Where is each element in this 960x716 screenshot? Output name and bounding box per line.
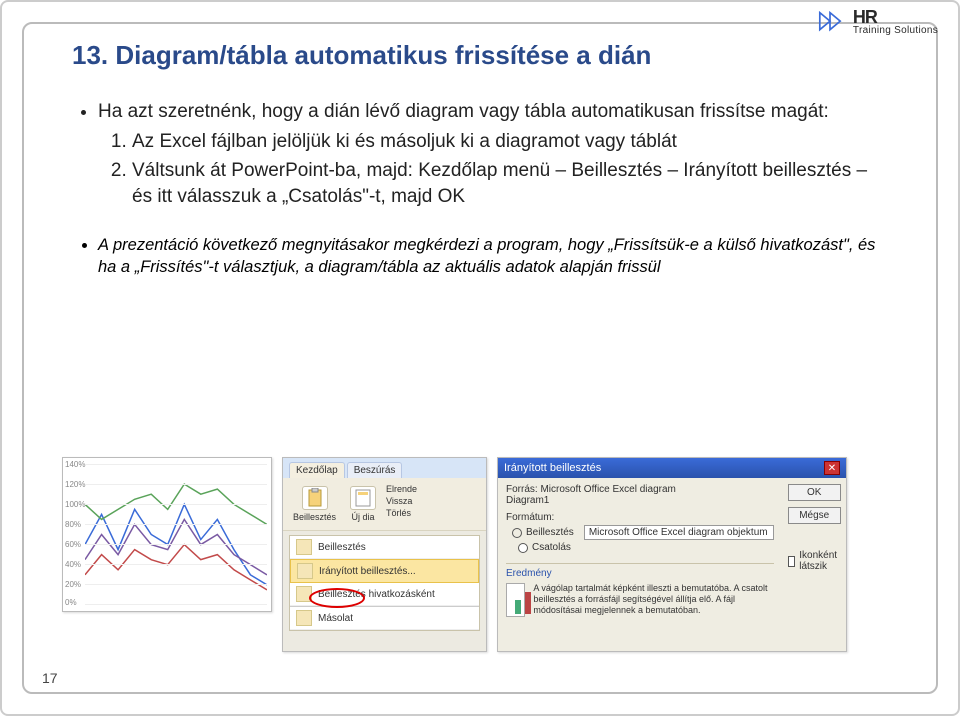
ribbon-screenshot: Kezdőlap Beszúrás Beillesztés Új dia [282, 457, 487, 652]
new-slide-button[interactable]: Új dia [346, 484, 380, 524]
menu-item-copy[interactable]: Másolat [290, 606, 479, 630]
cancel-button[interactable]: Mégse [788, 507, 841, 524]
result-heading: Eredmény [506, 563, 774, 579]
icon-checkbox[interactable]: Ikonként látszik [788, 550, 841, 572]
format-label: Formátum: [506, 512, 554, 523]
ribbon-side-2[interactable]: Vissza [386, 496, 417, 506]
y-tick: 80% [65, 520, 81, 529]
y-tick: 120% [65, 480, 85, 489]
dialog-title: Irányított beillesztés [504, 462, 601, 474]
menu-item-label: Másolat [318, 613, 353, 624]
slide-title: 13. Diagram/tábla automatikus frissítése… [72, 40, 888, 71]
screenshot-row: 140% 120% 100% 80% 60% 40% 20% 0% Kezdől… [62, 457, 898, 652]
radio-link-label: Csatolás [532, 542, 571, 553]
result-thumb-icon [506, 583, 525, 617]
menu-item-label: Beillesztés [318, 542, 366, 553]
intro-bullet: Ha azt szeretnénk, hogy a dián lévő diag… [98, 99, 888, 210]
radio-paste-label: Beillesztés [526, 527, 574, 538]
page-number: 17 [42, 670, 58, 686]
tab-home[interactable]: Kezdőlap [289, 462, 345, 478]
menu-item-paste-special[interactable]: Irányított beillesztés... [290, 559, 479, 583]
ribbon-side-3[interactable]: Törlés [386, 508, 417, 518]
ribbon-side-1[interactable]: Elrende [386, 484, 417, 494]
intro-text: Ha azt szeretnénk, hogy a dián lévő diag… [98, 101, 829, 122]
note-bullet: A prezentáció következő megnyitásakor me… [98, 234, 888, 279]
highlight-ring [309, 588, 365, 608]
paste-icon [296, 539, 312, 555]
dialog-titlebar: Irányított beillesztés ✕ [498, 458, 846, 478]
menu-item-label: Irányított beillesztés... [319, 566, 416, 577]
y-tick: 40% [65, 560, 81, 569]
paste-special-icon [297, 563, 313, 579]
radio-link[interactable]: Csatolás [512, 542, 774, 553]
format-list[interactable]: Microsoft Office Excel diagram objektum [584, 525, 774, 540]
y-tick: 100% [65, 500, 85, 509]
clipboard-icon [302, 486, 328, 510]
brand-logo-icon [813, 9, 847, 35]
brand-logo: HR Training Solutions [813, 8, 938, 36]
ok-button[interactable]: OK [788, 484, 841, 501]
y-tick: 20% [65, 580, 81, 589]
chart-screenshot: 140% 120% 100% 80% 60% 40% 20% 0% [62, 457, 272, 612]
new-slide-icon [350, 486, 376, 510]
step-2: Váltsunk át PowerPoint-ba, majd: Kezdőla… [132, 158, 888, 209]
paste-special-dialog: Irányított beillesztés ✕ Forrás: Microso… [497, 457, 847, 652]
result-text: A vágólap tartalmát képként illeszti a b… [533, 583, 773, 617]
tab-insert[interactable]: Beszúrás [347, 462, 403, 478]
paste-button-label: Beillesztés [293, 512, 336, 522]
y-tick: 140% [65, 460, 85, 469]
menu-item-paste[interactable]: Beillesztés [290, 536, 479, 559]
radio-paste[interactable]: Beillesztés Microsoft Office Excel diagr… [512, 525, 774, 540]
paste-button[interactable]: Beillesztés [289, 484, 340, 524]
brand-logo-main: HR [853, 8, 938, 26]
close-icon[interactable]: ✕ [824, 461, 840, 475]
brand-logo-sub: Training Solutions [853, 26, 938, 36]
source-label: Forrás: [506, 484, 538, 495]
new-slide-label: Új dia [352, 512, 375, 522]
icon-checkbox-label: Ikonként látszik [799, 550, 840, 572]
copy-icon [296, 610, 312, 626]
paste-menu: Beillesztés Irányított beillesztés... Be… [289, 535, 480, 631]
y-tick: 60% [65, 540, 81, 549]
y-tick: 0% [65, 598, 77, 607]
step-1: Az Excel fájlban jelöljük ki és másoljuk… [132, 129, 888, 155]
